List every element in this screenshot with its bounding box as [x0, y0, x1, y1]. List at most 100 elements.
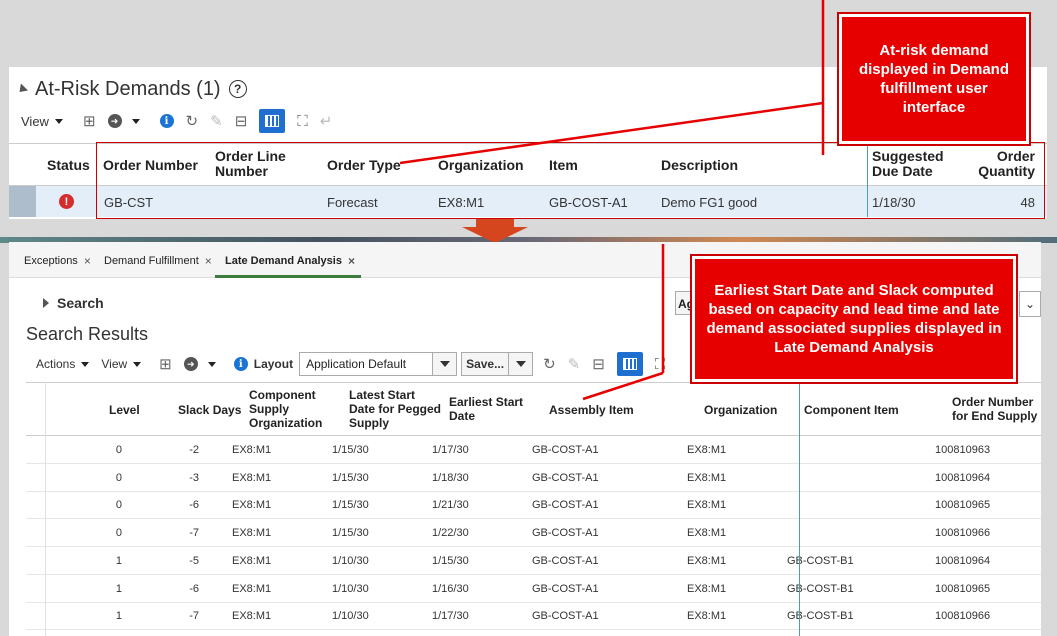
go-to-menu[interactable]: ➜ — [183, 357, 216, 371]
layout-select[interactable]: Application Default — [299, 352, 458, 376]
order-number-cell: 100810965 — [935, 582, 991, 595]
table-row[interactable]: 1 -6 EX8:M1 1/10/30 1/16/30 GB-COST-A1 EX8:M1 G… — [26, 575, 1041, 603]
callout-late-demand-analysis: Earliest Start Date and Slack computed b… — [690, 254, 1018, 384]
info-icon: i — [159, 114, 174, 128]
order-number-cell: 100810966 — [935, 610, 991, 623]
tab-label: Late Demand Analysis — [225, 255, 342, 267]
earliest-start-cell: 1/17/30 — [432, 610, 469, 623]
view-label: View — [21, 113, 49, 129]
view-menu[interactable]: View — [21, 114, 63, 129]
latest-start-cell: 1/15/30 — [332, 471, 369, 484]
detach-icon[interactable]: ⛶ — [297, 113, 308, 130]
slack-days-cell: -6 — [189, 582, 199, 595]
component-org-cell: EX8:M1 — [232, 610, 272, 623]
refresh-icon[interactable]: ↻ — [186, 112, 199, 130]
tab-late-demand-analysis[interactable]: Late Demand Analysis × — [225, 254, 355, 268]
organization-cell: EX8:M1 — [687, 610, 727, 623]
chevron-down-icon — [433, 352, 458, 376]
order-number-cell: 100810963 — [935, 444, 991, 456]
search-toggle[interactable]: Search — [43, 295, 104, 311]
expand-icon — [43, 298, 49, 308]
latest-start-cell: 1/15/30 — [332, 444, 369, 456]
arrow-right-icon: ➜ — [183, 357, 198, 371]
detach-icon[interactable]: ⛶ — [655, 356, 666, 373]
chevron-down-icon — [509, 352, 534, 376]
tab-label: Exceptions — [24, 255, 78, 267]
freeze-columns-button[interactable] — [259, 109, 286, 133]
col-organization[interactable]: Organization — [704, 403, 777, 417]
assembly-item-cell: GB-COST-A1 — [532, 499, 599, 512]
col-slack-days[interactable]: Slack Days — [178, 403, 241, 417]
save-layout-menu[interactable]: Save... — [461, 352, 534, 376]
table-row[interactable]: 1 -5 EX8:M1 1/10/30 1/15/30 GB-COST-A1 EX8:M1 G… — [26, 547, 1041, 575]
table-row[interactable]: 0 -7 EX8:M1 1/15/30 1/22/30 GB-COST-A1 EX8:M1 1… — [26, 519, 1041, 548]
col-label-1: Component — [249, 388, 316, 402]
go-to-menu[interactable]: ➜ — [107, 114, 140, 128]
assembly-item-cell: GB-COST-A1 — [532, 582, 599, 595]
error-icon: ! — [59, 194, 74, 209]
view-menu[interactable]: View — [101, 357, 142, 371]
col-label-3: Organization — [249, 416, 323, 430]
table-row[interactable]: 0 -6 EX8:M1 1/15/30 1/21/30 GB-COST-A1 EX8:M1 1… — [26, 491, 1041, 520]
col-status[interactable]: Status — [47, 158, 90, 173]
row-selector[interactable] — [9, 186, 36, 217]
info-button[interactable]: i — [159, 114, 174, 128]
col-label-3: Supply — [349, 416, 390, 430]
component-item-cell: GB-COST-B1 — [787, 610, 854, 623]
col-label-2: Supply — [249, 402, 290, 416]
component-org-cell: EX8:M1 — [232, 527, 272, 540]
component-org-cell: EX8:M1 — [232, 554, 272, 567]
column-chooser-icon[interactable]: ⊞ — [159, 355, 172, 373]
col-label-2: Date — [449, 409, 476, 423]
col-earliest-start-date[interactable]: Earliest Start Date — [449, 395, 523, 423]
help-icon[interactable]: ? — [228, 80, 247, 98]
col-label-2: Date for Pegged — [349, 402, 442, 416]
latest-start-cell: 1/10/30 — [332, 582, 369, 595]
collapse-icon[interactable] — [15, 82, 29, 96]
latest-start-cell: 1/15/30 — [332, 527, 369, 540]
tab-demand-fulfillment[interactable]: Demand Fulfillment × — [104, 254, 212, 268]
edit-icon[interactable]: ✎ — [210, 112, 223, 130]
tab-exceptions[interactable]: Exceptions × — [24, 254, 91, 268]
col-level[interactable]: Level — [109, 403, 140, 417]
freeze-columns-button[interactable] — [616, 352, 643, 376]
slack-days-cell: -2 — [189, 444, 199, 456]
filter-icon[interactable]: ⊟ — [235, 112, 248, 130]
view-label: View — [101, 357, 128, 371]
col-label-1: Order Number — [952, 395, 1034, 409]
table-row[interactable]: 0 -3 EX8:M1 1/15/30 1/18/30 GB-COST-A1 EX8:M1 1… — [26, 464, 1041, 492]
saved-search-dropdown[interactable]: ⌄ — [1019, 291, 1041, 317]
column-divider — [799, 382, 800, 636]
organization-cell: EX8:M1 — [687, 582, 727, 595]
refresh-icon[interactable]: ↻ — [543, 355, 556, 373]
edit-icon[interactable]: ✎ — [568, 355, 581, 373]
layout-value: Application Default — [299, 352, 434, 376]
latest-start-cell: 1/15/30 — [332, 499, 369, 512]
actions-menu[interactable]: Actions — [36, 357, 90, 371]
col-order-number-end-supply[interactable]: Order Number for End Supply — [952, 395, 1037, 423]
column-chooser-icon[interactable]: ⊞ — [83, 112, 96, 130]
col-component-supply-organization[interactable]: Component Supply Organization — [249, 388, 322, 430]
close-icon[interactable]: × — [84, 254, 91, 268]
col-latest-start-date[interactable]: Latest Start Date for Pegged Supply — [349, 388, 441, 430]
save-button[interactable]: Save... — [461, 352, 510, 376]
table-row[interactable]: 1 -7 EX8:M1 1/10/30 1/17/30 GB-COST-A1 EX8:M1 G… — [26, 602, 1041, 631]
latest-start-cell: 1/10/30 — [332, 554, 369, 567]
organization-cell: EX8:M1 — [687, 444, 727, 456]
active-tab-indicator — [215, 275, 361, 278]
level-cell: 1 — [115, 554, 122, 567]
close-icon[interactable]: × — [348, 254, 355, 268]
column-divider — [45, 382, 46, 636]
arrow-right-icon: ➜ — [107, 114, 122, 128]
wrap-icon[interactable]: ↵ — [320, 112, 333, 130]
col-assembly-item[interactable]: Assembly Item — [549, 403, 634, 417]
filter-icon[interactable]: ⊟ — [592, 355, 605, 373]
earliest-start-cell: 1/16/30 — [432, 582, 469, 595]
info-button[interactable]: i — [233, 357, 248, 371]
earliest-start-cell: 1/15/30 — [432, 554, 469, 567]
chevron-down-icon — [54, 118, 63, 124]
close-icon[interactable]: × — [205, 254, 212, 268]
col-component-item[interactable]: Component Item — [804, 403, 899, 417]
table-row[interactable]: 0 -2 EX8:M1 1/15/30 1/17/30 GB-COST-A1 EX8:M1 1… — [26, 436, 1041, 464]
level-cell: 0 — [115, 527, 122, 540]
